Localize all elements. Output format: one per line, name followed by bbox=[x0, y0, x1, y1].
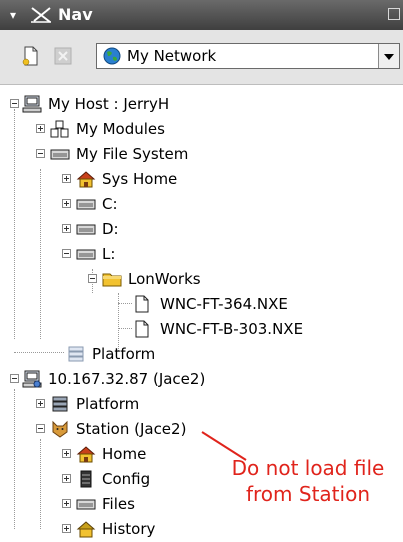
collapse-toggle[interactable] bbox=[88, 274, 97, 283]
collapse-toggle[interactable] bbox=[36, 149, 45, 158]
tree-label: Platform bbox=[76, 395, 140, 413]
tree-label: 10.167.32.87 (Jace2) bbox=[48, 370, 206, 388]
expand-toggle[interactable] bbox=[62, 174, 71, 183]
folder-icon bbox=[102, 273, 122, 287]
tree-node-platform-local[interactable]: Platform bbox=[52, 343, 252, 367]
expand-toggle[interactable] bbox=[36, 124, 45, 133]
expand-toggle[interactable] bbox=[62, 474, 71, 483]
tree-label: My Modules bbox=[76, 120, 165, 138]
home-icon bbox=[76, 446, 96, 463]
tree-label: L: bbox=[102, 245, 116, 263]
station-icon bbox=[52, 420, 68, 438]
collapse-toggle[interactable] bbox=[10, 374, 19, 383]
drive-icon bbox=[50, 149, 70, 160]
tree-node-platform-remote[interactable]: Platform bbox=[36, 393, 236, 417]
file-icon bbox=[135, 320, 149, 338]
expand-toggle[interactable] bbox=[62, 499, 71, 508]
computer-icon bbox=[22, 95, 42, 113]
network-select[interactable]: My Network bbox=[96, 43, 400, 69]
tree-node-my-modules[interactable]: My Modules bbox=[36, 118, 336, 142]
maximize-button[interactable] bbox=[388, 8, 400, 20]
config-icon bbox=[80, 470, 92, 488]
expand-toggle[interactable] bbox=[62, 199, 71, 208]
annotation-line-2: from Station bbox=[245, 482, 370, 506]
tree-node-my-file-system[interactable]: My File System bbox=[36, 143, 336, 167]
tree-node-d-drive[interactable]: D: bbox=[62, 218, 262, 242]
tree-node-sys-home[interactable]: Sys Home bbox=[62, 168, 362, 192]
tree-label: WNC-FT-364.NXE bbox=[160, 295, 288, 313]
tree-label: Files bbox=[102, 495, 135, 513]
chevron-down-icon[interactable] bbox=[378, 44, 399, 68]
home-icon bbox=[76, 171, 96, 188]
drive-icon bbox=[76, 224, 96, 235]
file-icon bbox=[135, 295, 149, 313]
tree-label: History bbox=[102, 520, 156, 538]
tree-node-my-host[interactable]: My Host : JerryH bbox=[10, 93, 370, 117]
tree-label: Home bbox=[102, 445, 147, 463]
tree-node-remote-host[interactable]: 10.167.32.87 (Jace2) bbox=[10, 368, 370, 392]
tree-label: Station (Jace2) bbox=[76, 420, 187, 438]
tree-label: LonWorks bbox=[128, 270, 201, 288]
tree-label: D: bbox=[102, 220, 119, 238]
drive-icon bbox=[76, 249, 96, 260]
annotation-note: Do not load file from Station bbox=[228, 455, 388, 507]
pane-title: Nav bbox=[58, 5, 93, 24]
tree-label: Config bbox=[102, 470, 151, 488]
annotation-line-1: Do not load file bbox=[231, 456, 385, 480]
tree-node-history[interactable]: History bbox=[62, 518, 262, 542]
nav-icon bbox=[31, 7, 51, 23]
expand-toggle[interactable] bbox=[62, 449, 71, 458]
drive-icon bbox=[76, 499, 96, 510]
tree-label: My File System bbox=[76, 145, 189, 163]
tree-node-file-1[interactable]: WNC-FT-364.NXE bbox=[120, 293, 360, 317]
history-icon bbox=[76, 521, 96, 538]
tree-label: C: bbox=[102, 195, 118, 213]
new-document-icon[interactable] bbox=[20, 45, 42, 67]
collapse-toggle[interactable] bbox=[36, 424, 45, 433]
tree-label: Sys Home bbox=[102, 170, 178, 188]
tree-node-l-drive[interactable]: L: bbox=[62, 243, 262, 267]
remote-host-icon bbox=[22, 370, 42, 388]
tree-node-lonworks[interactable]: LonWorks bbox=[88, 268, 338, 292]
collapse-toggle[interactable] bbox=[10, 99, 19, 108]
nav-toolbar: My Network bbox=[0, 30, 403, 85]
tree-label: WNC-FT-B-303.NXE bbox=[160, 320, 304, 338]
tree-node-c-drive[interactable]: C: bbox=[62, 193, 262, 217]
expand-toggle[interactable] bbox=[62, 224, 71, 233]
drive-icon bbox=[76, 199, 96, 210]
nav-titlebar: ▾ Nav bbox=[0, 0, 403, 30]
close-disabled-icon[interactable] bbox=[52, 45, 74, 67]
platform-icon bbox=[68, 346, 84, 362]
globe-icon bbox=[103, 47, 121, 65]
network-select-value: My Network bbox=[127, 47, 217, 65]
tree-label: My Host : JerryH bbox=[48, 95, 170, 113]
expand-toggle[interactable] bbox=[36, 399, 45, 408]
modules-icon bbox=[50, 120, 69, 138]
tree-node-file-2[interactable]: WNC-FT-B-303.NXE bbox=[120, 318, 360, 342]
collapse-toggle[interactable] bbox=[62, 249, 71, 258]
tree-label: Platform bbox=[92, 345, 156, 363]
pane-menu-icon[interactable]: ▾ bbox=[10, 8, 16, 22]
platform-icon bbox=[52, 396, 68, 412]
